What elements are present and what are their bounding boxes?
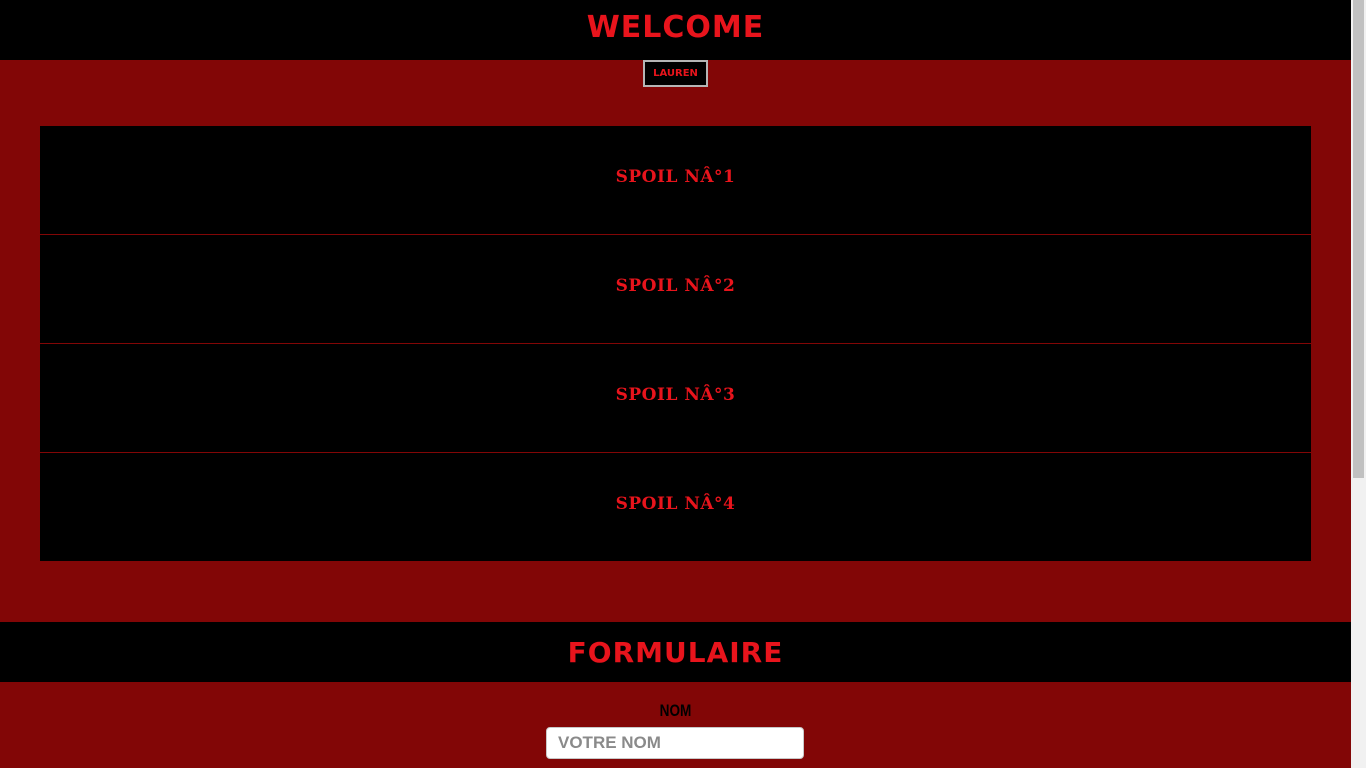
page-title: WELCOME: [586, 9, 765, 45]
form-header-band: FORMULAIRE: [0, 622, 1351, 682]
header-band: WELCOME: [0, 0, 1351, 60]
vertical-scrollbar[interactable]: [1351, 0, 1366, 768]
name-field-label: NOM: [659, 701, 692, 720]
spoil-list: SPOIL NÂ°1 SPOIL NÂ°2 SPOIL NÂ°3 SPOIL N…: [40, 126, 1311, 561]
spoil-item-2[interactable]: SPOIL NÂ°2: [40, 235, 1311, 343]
spoil-label: SPOIL NÂ°4: [615, 494, 736, 514]
spoil-item-3[interactable]: SPOIL NÂ°3: [40, 344, 1311, 452]
spoil-label: SPOIL NÂ°3: [615, 385, 736, 405]
spoil-item-1[interactable]: SPOIL NÂ°1: [40, 126, 1311, 234]
spoil-item-4[interactable]: SPOIL NÂ°4: [40, 453, 1311, 561]
spoil-label: SPOIL NÂ°1: [615, 167, 736, 187]
user-button[interactable]: LAUREN: [643, 60, 708, 87]
page: WELCOME LAUREN SPOIL NÂ°1 SPOIL NÂ°2 SPO…: [0, 0, 1351, 768]
form-title: FORMULAIRE: [567, 635, 784, 669]
name-input[interactable]: [546, 727, 804, 759]
scrollbar-thumb[interactable]: [1353, 0, 1364, 478]
spoil-label: SPOIL NÂ°2: [615, 276, 736, 296]
